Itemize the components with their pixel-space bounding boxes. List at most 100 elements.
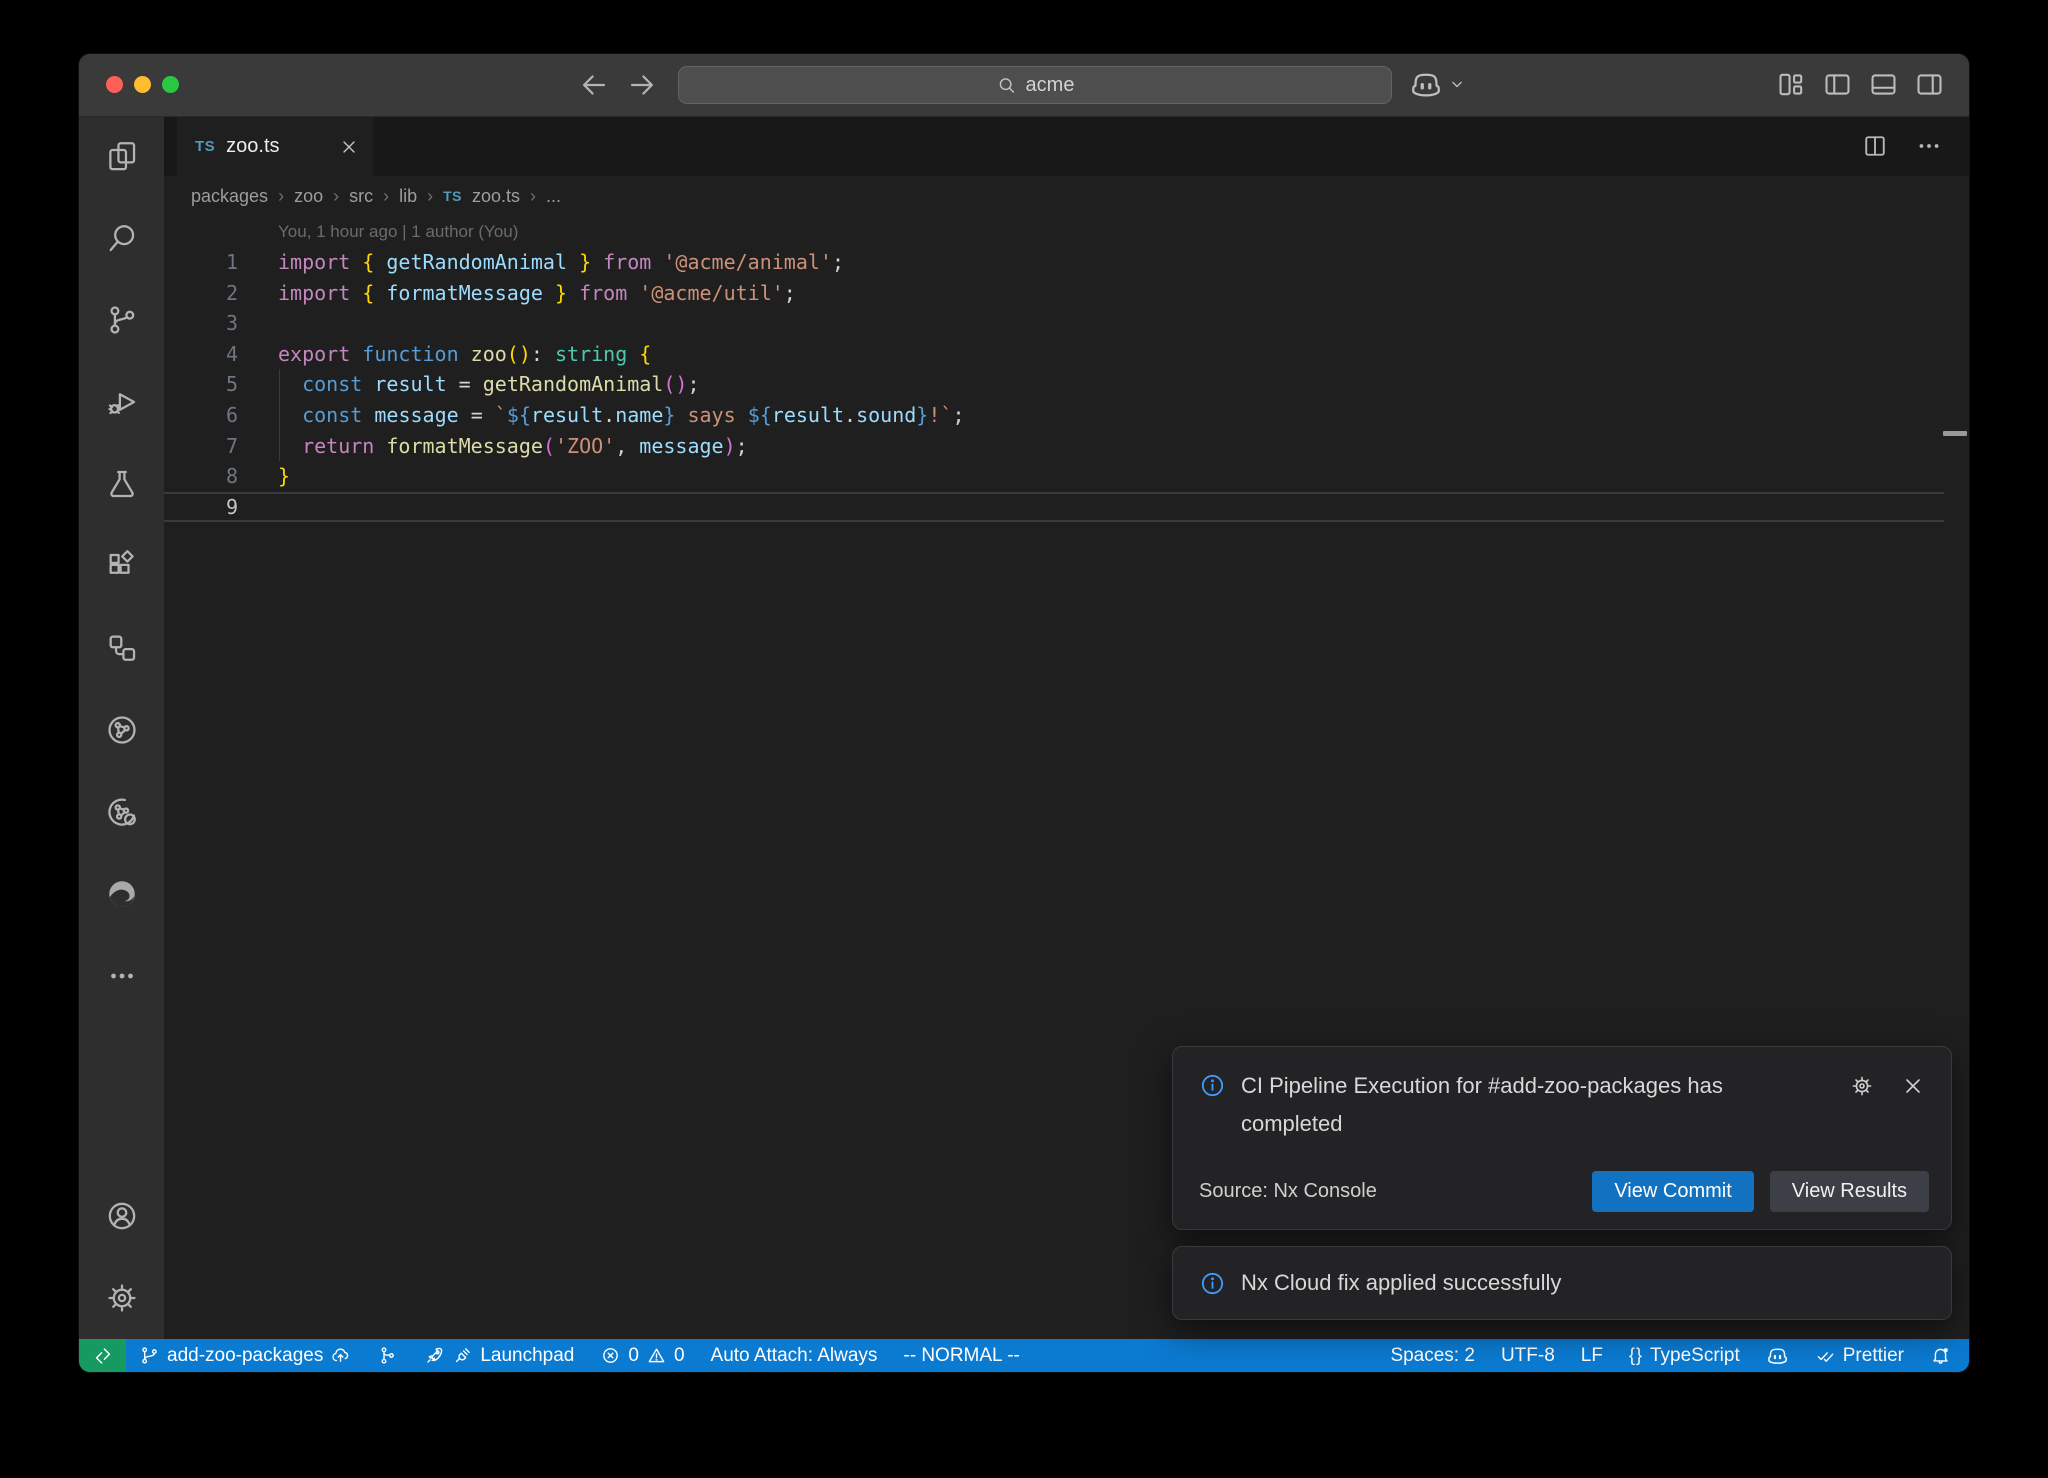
split-editor-icon[interactable] xyxy=(1861,132,1889,160)
activity-item-nx-console[interactable] xyxy=(105,713,139,747)
typescript-file-icon: TS xyxy=(195,138,215,155)
breadcrumb-separator: › xyxy=(427,186,433,207)
activity-item-search[interactable] xyxy=(105,221,139,255)
view-results-button[interactable]: View Results xyxy=(1770,1171,1929,1212)
tab-zoo-ts[interactable]: TS zoo.ts xyxy=(177,117,373,176)
tab-label: zoo.ts xyxy=(226,135,279,158)
bell-dot-icon xyxy=(1930,1345,1951,1366)
run-and-debug-icon xyxy=(105,385,139,419)
status-encoding[interactable]: UTF-8 xyxy=(1488,1339,1568,1372)
code-line-3[interactable]: 3 xyxy=(164,308,1969,339)
git-graph-icon xyxy=(377,1345,398,1366)
forward-arrow-icon[interactable] xyxy=(625,68,659,102)
plug-icon xyxy=(452,1345,473,1366)
copilot-icon xyxy=(1409,67,1443,101)
toggle-secondary-sidebar-icon[interactable] xyxy=(1914,69,1945,100)
line-number: 1 xyxy=(164,247,238,278)
code-line-7[interactable]: 7 return formatMessage('ZOO', message); xyxy=(164,431,1969,462)
breadcrumb-item-packages[interactable]: packages xyxy=(191,186,268,207)
breadcrumb-separator: › xyxy=(530,186,536,207)
status-branch[interactable]: add-zoo-packages xyxy=(126,1339,364,1372)
breadcrumb-item-lib[interactable]: lib xyxy=(399,186,417,207)
breadcrumb-item-src[interactable]: src xyxy=(349,186,373,207)
notification-message: CI Pipeline Execution for #add-zoo-packa… xyxy=(1241,1067,1801,1143)
encoding-label: UTF-8 xyxy=(1501,1345,1555,1367)
remote-icon xyxy=(92,1345,114,1367)
breadcrumb-symbol-ellipsis[interactable]: ... xyxy=(546,186,561,207)
rocket-icon xyxy=(424,1345,445,1366)
activity-item-settings[interactable] xyxy=(105,1281,139,1315)
status-notifications[interactable] xyxy=(1917,1339,1969,1372)
activity-item-explorer[interactable] xyxy=(105,139,139,173)
status-problems[interactable]: 0 0 xyxy=(587,1339,697,1372)
status-git-graph[interactable] xyxy=(364,1339,411,1372)
status-auto-attach[interactable]: Auto Attach: Always xyxy=(698,1339,891,1372)
notification-toast-nx-cloud-fix: Nx Cloud fix applied successfully xyxy=(1172,1246,1952,1320)
search-value: acme xyxy=(1026,74,1075,97)
notification-message: Nx Cloud fix applied successfully xyxy=(1241,1264,1561,1302)
nx-console-icon xyxy=(105,713,139,747)
cloud-upload-icon xyxy=(330,1345,351,1366)
breadcrumb: packages › zoo › src › lib › TS zoo.ts ›… xyxy=(164,176,1969,216)
branch-name: add-zoo-packages xyxy=(167,1345,323,1367)
remote-explorer-icon xyxy=(105,631,139,665)
search-icon xyxy=(105,221,139,255)
status-language[interactable]: {} TypeScript xyxy=(1616,1339,1753,1372)
zoom-window-button[interactable] xyxy=(162,76,179,93)
status-indentation[interactable]: Spaces: 2 xyxy=(1377,1339,1488,1372)
indent-guide xyxy=(279,369,280,461)
line-number: 4 xyxy=(164,339,238,370)
line-number: 9 xyxy=(164,492,238,523)
toggle-primary-sidebar-icon[interactable] xyxy=(1822,69,1853,100)
code-line-6[interactable]: 6 const message = `${result.name} says $… xyxy=(164,400,1969,431)
view-commit-button[interactable]: View Commit xyxy=(1592,1171,1753,1212)
status-vim-mode[interactable]: -- NORMAL -- xyxy=(890,1339,1032,1372)
activity-item-source-control[interactable] xyxy=(105,303,139,337)
activity-item-account[interactable] xyxy=(105,1199,139,1233)
gear-icon[interactable] xyxy=(1850,1074,1874,1098)
status-eol[interactable]: LF xyxy=(1568,1339,1616,1372)
copilot-menu[interactable] xyxy=(1409,67,1467,101)
activity-item-edge-tools[interactable] xyxy=(105,877,139,911)
activity-item-extensions[interactable] xyxy=(105,549,139,583)
activity-item-run-and-debug[interactable] xyxy=(105,385,139,419)
explorer-icon xyxy=(105,139,139,173)
language-label: TypeScript xyxy=(1650,1345,1740,1367)
customize-layout-icon[interactable] xyxy=(1776,69,1807,100)
more-actions-icon[interactable] xyxy=(1915,132,1943,160)
code-line-4[interactable]: 4export function zoo(): string { xyxy=(164,339,1969,370)
code-line-1[interactable]: 1import { getRandomAnimal } from '@acme/… xyxy=(164,247,1969,278)
code-lines: 1import { getRandomAnimal } from '@acme/… xyxy=(164,247,1969,522)
nx-cloud-icon xyxy=(105,795,139,829)
copilot-icon xyxy=(1766,1344,1789,1367)
search-icon xyxy=(996,75,1017,96)
close-tab-icon[interactable] xyxy=(339,137,359,157)
notification-source: Source: Nx Console xyxy=(1199,1180,1377,1203)
line-number: 6 xyxy=(164,400,238,431)
breadcrumb-item-file[interactable]: zoo.ts xyxy=(472,186,520,207)
close-window-button[interactable] xyxy=(106,76,123,93)
git-branch-icon xyxy=(139,1345,160,1366)
breadcrumb-item-zoo[interactable]: zoo xyxy=(294,186,323,207)
code-line-2[interactable]: 2import { formatMessage } from '@acme/ut… xyxy=(164,278,1969,309)
back-arrow-icon[interactable] xyxy=(577,68,611,102)
line-number: 5 xyxy=(164,369,238,400)
minimize-window-button[interactable] xyxy=(134,76,151,93)
extensions-icon xyxy=(105,549,139,583)
code-line-9[interactable]: 9 xyxy=(164,492,1969,523)
activity-item-testing[interactable] xyxy=(105,467,139,501)
activity-item-nx-cloud[interactable] xyxy=(105,795,139,829)
status-launchpad[interactable]: Launchpad xyxy=(411,1339,587,1372)
status-copilot[interactable] xyxy=(1753,1339,1802,1372)
close-icon[interactable] xyxy=(1901,1074,1925,1098)
code-line-8[interactable]: 8} xyxy=(164,461,1969,492)
command-center-search[interactable]: acme xyxy=(678,66,1392,104)
activity-item-remote-explorer[interactable] xyxy=(105,631,139,665)
line-number: 7 xyxy=(164,431,238,462)
activity-item-more-views[interactable] xyxy=(105,959,139,993)
line-number: 2 xyxy=(164,278,238,309)
code-line-5[interactable]: 5 const result = getRandomAnimal(); xyxy=(164,369,1969,400)
remote-indicator[interactable] xyxy=(79,1339,126,1372)
status-formatter[interactable]: Prettier xyxy=(1802,1339,1917,1372)
toggle-panel-icon[interactable] xyxy=(1868,69,1899,100)
